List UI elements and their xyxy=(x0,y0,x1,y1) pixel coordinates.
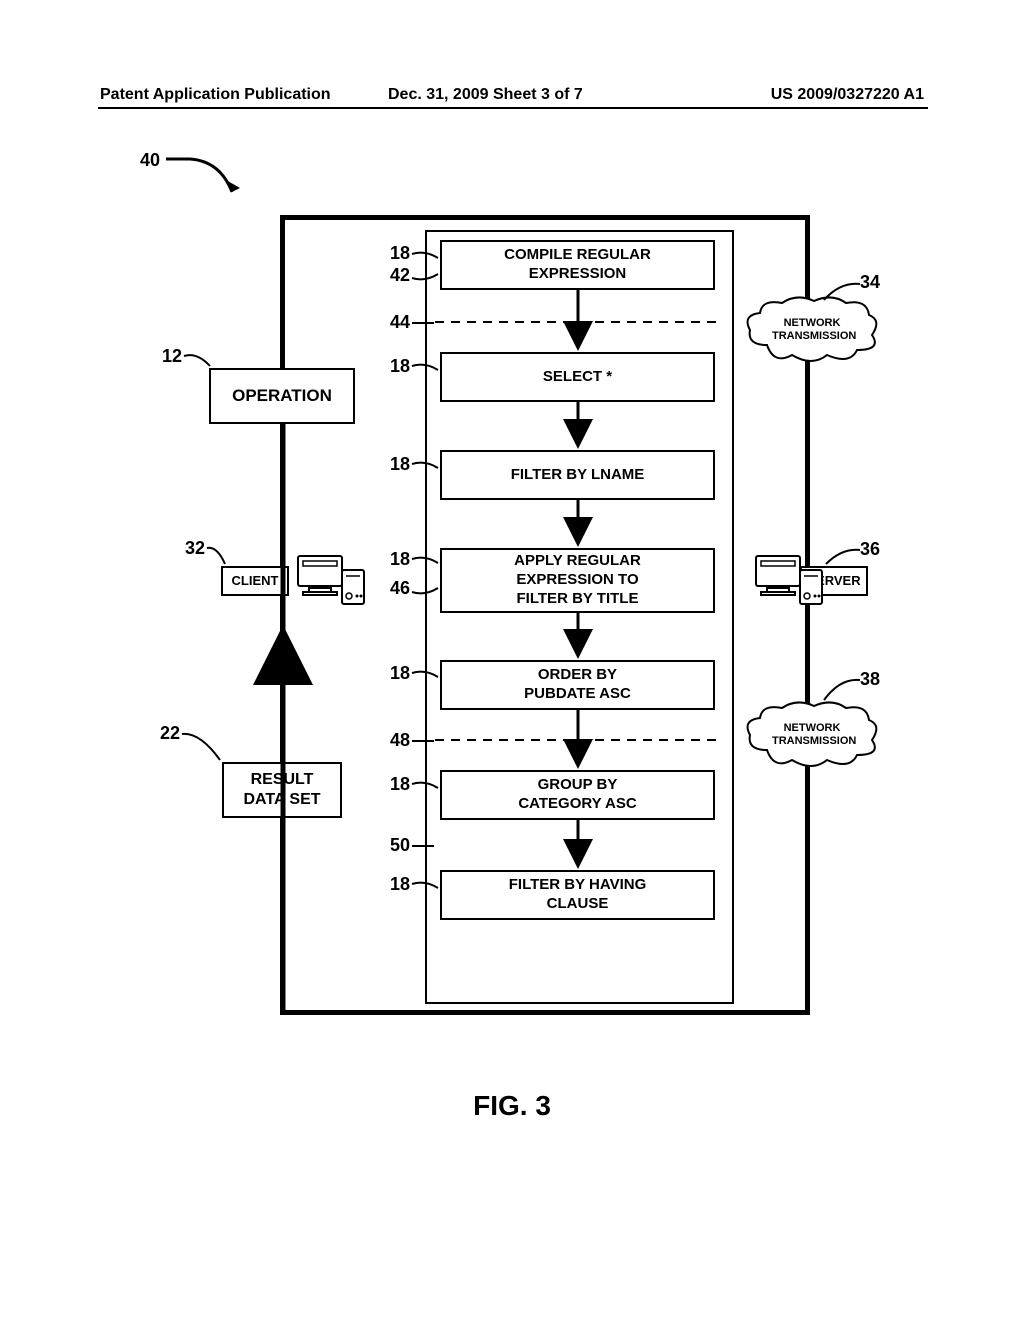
lead-22 xyxy=(180,730,225,765)
ref-44: 44 xyxy=(390,312,410,333)
lead-44 xyxy=(410,319,436,329)
ref-22: 22 xyxy=(160,723,180,744)
figure-area: 40 COMPILE REGULAREXPRESSION SELECT * FI… xyxy=(100,130,920,1080)
lead-18c xyxy=(410,460,442,475)
ref-18a: 18 xyxy=(390,243,410,264)
ref-32: 32 xyxy=(185,538,205,559)
lead-18a xyxy=(410,250,442,265)
ref-12: 12 xyxy=(162,346,182,367)
ref-18f: 18 xyxy=(390,774,410,795)
lead-12 xyxy=(182,352,214,372)
lead-18d xyxy=(410,555,442,570)
ref-48: 48 xyxy=(390,730,410,751)
ref-18c: 18 xyxy=(390,454,410,475)
figure-label: FIG. 3 xyxy=(0,1090,1024,1122)
ref-50: 50 xyxy=(390,835,410,856)
lead-34 xyxy=(820,280,865,305)
lead-50 xyxy=(410,842,436,852)
lead-18g xyxy=(410,880,442,895)
lead-48 xyxy=(410,737,436,747)
ref-46: 46 xyxy=(390,578,410,599)
lead-18f xyxy=(410,780,442,795)
page: Patent Application Publication Dec. 31, … xyxy=(0,0,1024,1320)
lead-38 xyxy=(820,676,865,706)
lead-18b xyxy=(410,362,442,377)
header-rule xyxy=(98,107,928,109)
lead-36 xyxy=(822,546,864,568)
ref-18d: 18 xyxy=(390,549,410,570)
header-left: Patent Application Publication xyxy=(100,86,331,104)
lead-42 xyxy=(410,270,442,285)
lead-32 xyxy=(205,544,230,569)
ref-18b: 18 xyxy=(390,356,410,377)
ref-18g: 18 xyxy=(390,874,410,895)
header-mid: Dec. 31, 2009 Sheet 3 of 7 xyxy=(388,86,583,104)
lead-46 xyxy=(410,584,442,599)
lead-18e xyxy=(410,669,442,684)
header-right: US 2009/0327220 A1 xyxy=(771,86,924,104)
ref-42: 42 xyxy=(390,265,410,286)
ref-18e: 18 xyxy=(390,663,410,684)
flow-arrows xyxy=(100,130,920,1030)
